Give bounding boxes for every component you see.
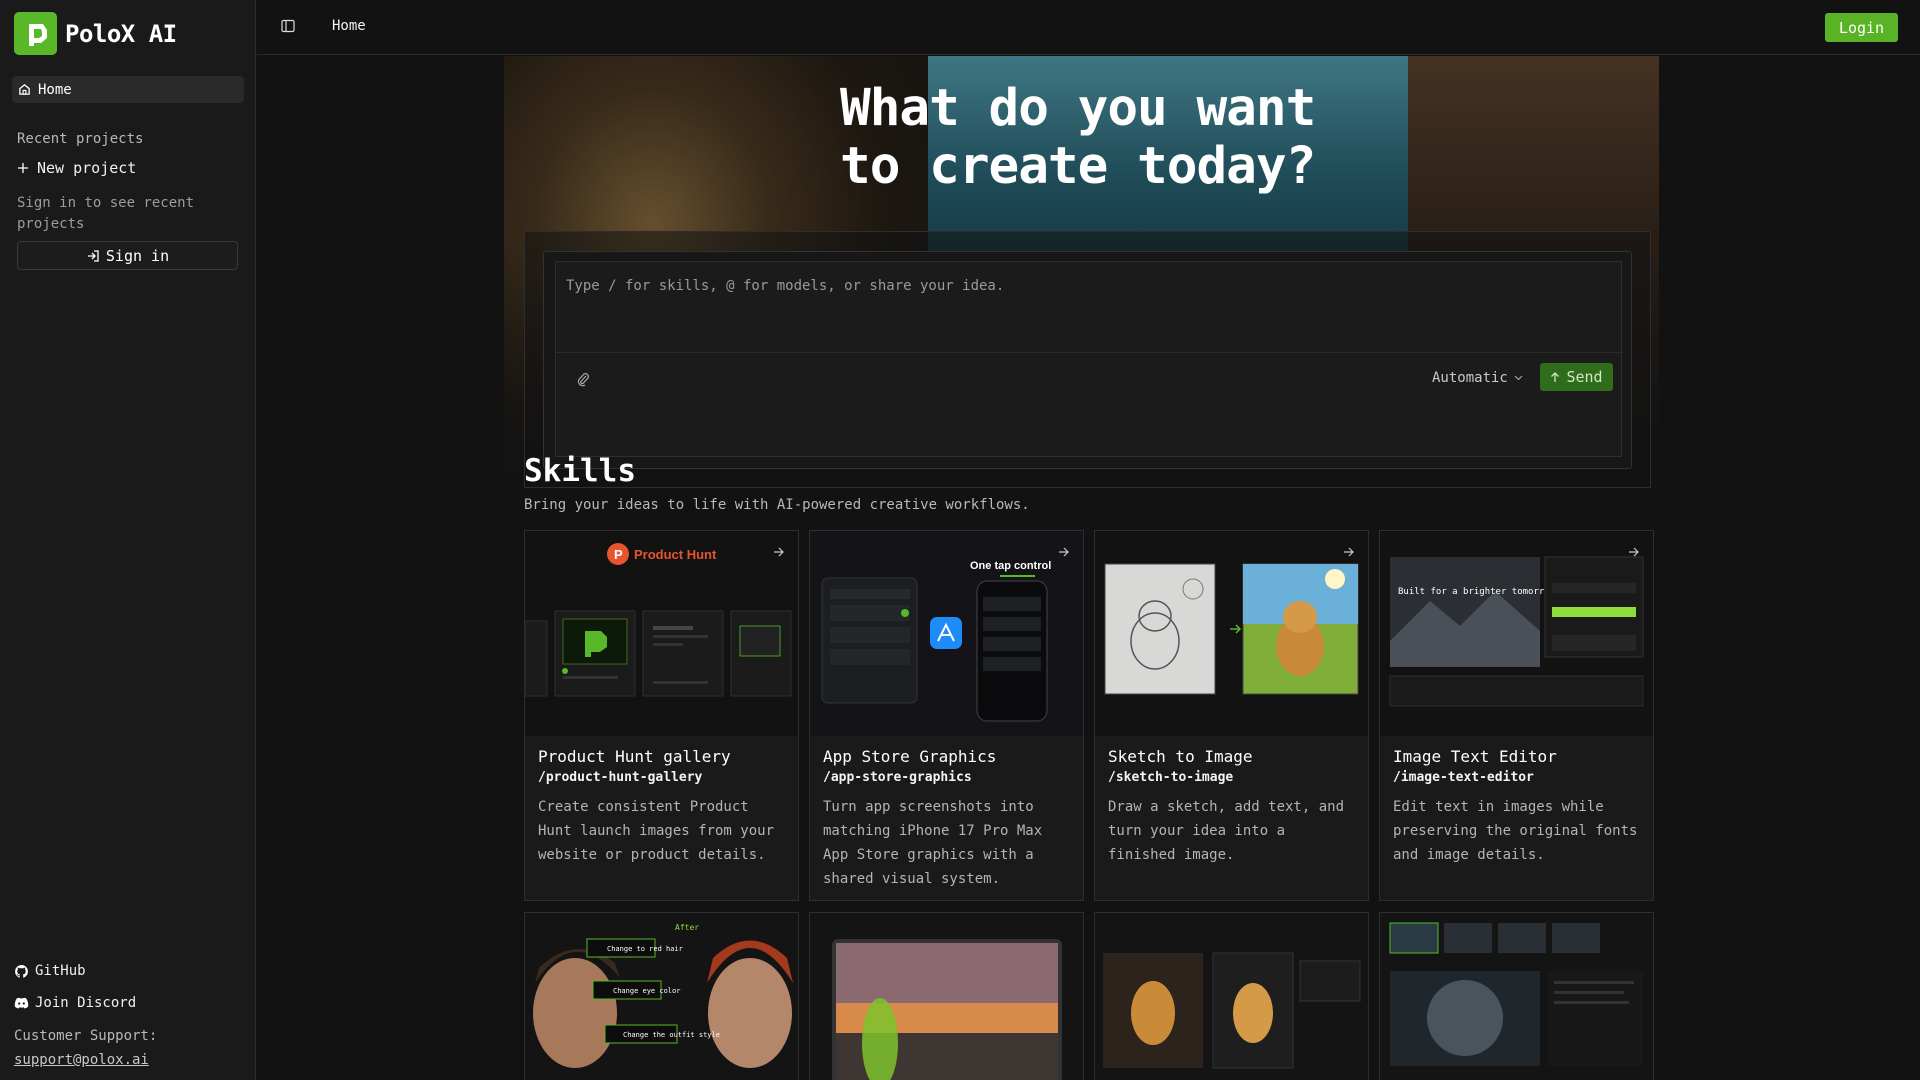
skill-card-product-hunt-gallery[interactable]: P Product Hunt Product Hunt gallery /pro… [524, 530, 799, 901]
paperclip-icon [577, 373, 589, 387]
plus-icon [18, 163, 28, 173]
github-label: GitHub [35, 963, 86, 979]
sidebar-item-label: Home [38, 81, 72, 98]
card-slug: /product-hunt-gallery [538, 770, 703, 785]
chevron-down-icon [1514, 375, 1523, 381]
arrow-right-icon [1628, 543, 1641, 557]
support-email-link[interactable]: support@polox.ai [14, 1052, 149, 1068]
discord-icon [14, 997, 29, 1009]
sign-in-icon [87, 249, 99, 262]
topbar: Home Login [257, 0, 1920, 55]
signin-hint: Sign in to see recent projects [17, 195, 195, 232]
sign-in-label: Sign in [105, 246, 170, 265]
skills-subtitle: Bring your ideas to life with AI-powered… [524, 497, 1030, 513]
card-slug: /sketch-to-image [1108, 770, 1234, 785]
prompt-placeholder: Type / for skills, @ for models, or shar… [566, 278, 1005, 294]
card-body: Sketch to Image /sketch-to-image Draw a … [1095, 736, 1368, 878]
card-title: Product Hunt gallery [538, 747, 731, 766]
github-link[interactable]: GitHub [14, 963, 86, 979]
skills-title: Skills [524, 453, 636, 489]
arrow-right-icon [1343, 543, 1356, 557]
card-thumbnail [1095, 913, 1368, 1080]
card-slug: /app-store-graphics [823, 770, 972, 785]
main-content: What do you want to create today? Type /… [257, 56, 1920, 1080]
prompt-input[interactable]: Type / for skills, @ for models, or shar… [555, 261, 1623, 457]
card-slug: /image-text-editor [1393, 770, 1534, 785]
sidebar-toggle-icon [281, 19, 295, 33]
skill-card-beach-scene[interactable] [809, 912, 1084, 1080]
svg-text:P: P [614, 547, 623, 562]
card-title: Sketch to Image [1108, 747, 1253, 766]
arrow-right-icon [773, 543, 786, 557]
card-thumbnail [810, 913, 1083, 1080]
card-thumbnail [1380, 913, 1653, 1080]
discord-label: Join Discord [35, 995, 137, 1011]
attach-button[interactable] [576, 371, 592, 387]
card-description: Create consistent Product Hunt launch im… [538, 799, 775, 863]
thumb-ph-label: Product Hunt [634, 547, 717, 562]
model-select-label: Automatic [1432, 370, 1508, 386]
skill-card-background-remove[interactable] [1094, 912, 1369, 1080]
home-icon [19, 84, 30, 95]
recent-projects-label: Recent projects [17, 131, 144, 147]
thumb-edit-label: Built for a brighter tomorrow [1398, 587, 1556, 597]
card-description: Draw a sketch, add text, and turn your i… [1108, 799, 1345, 863]
github-icon [15, 964, 28, 978]
card-thumbnail: One tap control [810, 531, 1083, 736]
arrow-up-icon [1551, 371, 1560, 382]
brand-logo-icon [14, 12, 57, 55]
card-thumbnail: After Change to red hair Change eye colo… [525, 913, 798, 1080]
skill-card-image-text-editor[interactable]: Built for a brighter tomorrow Image Text… [1379, 530, 1654, 901]
sidebar-item-home[interactable]: Home [12, 76, 244, 103]
skill-card-sketch-to-image[interactable]: Sketch to Image /sketch-to-image Draw a … [1094, 530, 1369, 901]
brand[interactable]: PoloX AI [14, 12, 177, 55]
portrait-after-label: After [675, 923, 699, 932]
discord-link[interactable]: Join Discord [14, 995, 136, 1011]
support-label: Customer Support: [14, 1028, 158, 1044]
login-button[interactable]: Login [1825, 13, 1898, 42]
card-body: Product Hunt gallery /product-hunt-galle… [525, 736, 798, 878]
hero-title: What do you want to create today? [840, 79, 1316, 196]
skill-card-space-video[interactable] [1379, 912, 1654, 1080]
sidebar: PoloX AI Home Recent projects New projec… [0, 0, 256, 1080]
thumb-app-label: One tap control [970, 560, 1051, 572]
card-thumbnail [1095, 531, 1368, 736]
model-select[interactable]: Automatic [1432, 370, 1523, 386]
card-body: Image Text Editor /image-text-editor Edi… [1380, 736, 1653, 878]
card-description: Turn app screenshots into matching iPhon… [823, 799, 1043, 887]
sidebar-toggle-button[interactable] [281, 18, 297, 34]
composer: Type / for skills, @ for models, or shar… [543, 251, 1632, 469]
portrait-outfit-label: Change the outfit style [623, 1031, 720, 1039]
card-title: App Store Graphics [823, 747, 997, 766]
send-label: Send [1566, 368, 1603, 386]
card-body: App Store Graphics /app-store-graphics T… [810, 736, 1083, 900]
portrait-hair-label: Change to red hair [607, 945, 683, 953]
card-thumbnail: P Product Hunt [525, 531, 798, 736]
card-title: Image Text Editor [1393, 747, 1557, 766]
portrait-eye-label: Change eye color [613, 987, 680, 995]
sign-in-button[interactable]: Sign in [17, 241, 238, 270]
skill-card-app-store-graphics[interactable]: One tap control App Store Graphics /app-… [809, 530, 1084, 901]
card-description: Edit text in images while preserving the… [1393, 799, 1638, 863]
send-button[interactable]: Send [1540, 363, 1613, 391]
card-thumbnail: Built for a brighter tomorrow [1380, 531, 1653, 736]
skill-card-portrait-edit[interactable]: After Change to red hair Change eye colo… [524, 912, 799, 1080]
new-project-label: New project [37, 159, 137, 177]
arrow-right-icon [1058, 543, 1071, 557]
new-project-button[interactable]: New project [17, 159, 136, 177]
brand-name: PoloX AI [65, 19, 177, 48]
breadcrumb: Home [332, 18, 366, 34]
